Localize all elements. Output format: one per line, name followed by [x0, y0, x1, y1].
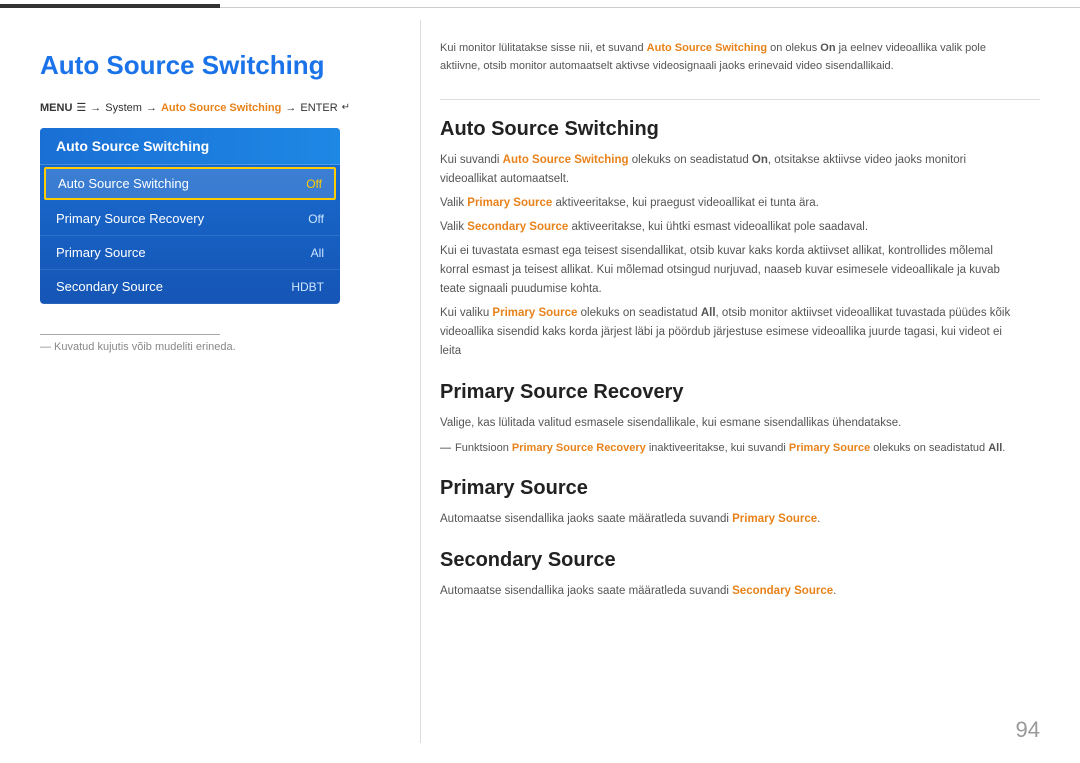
menu-item-label: Auto Source Switching — [58, 176, 189, 191]
menu-item-label: Primary Source Recovery — [56, 211, 204, 226]
page-title: Auto Source Switching — [40, 50, 400, 81]
section-body-primary: Automaatse sisendallika jaoks saate määr… — [440, 510, 1020, 529]
section-divider — [440, 99, 1040, 100]
section-auto-source-switching: Auto Source Switching Kui suvandi Auto S… — [440, 118, 1040, 361]
arrow-3: → — [285, 102, 296, 114]
menu-highlight: Auto Source Switching — [161, 102, 281, 114]
left-panel: Auto Source Switching MENU ☰ → System → … — [40, 20, 400, 353]
page-number: 94 — [1016, 717, 1040, 743]
section-secondary-source: Secondary Source Automaatse sisendallika… — [440, 549, 1040, 601]
section-title-recovery: Primary Source Recovery — [440, 381, 1040, 404]
section-body-recovery: Valige, kas lülitada valitud esmasele si… — [440, 414, 1020, 457]
section-title-auto: Auto Source Switching — [440, 118, 1040, 141]
footnote-text: — Kuvatud kujutis võib mudeliti erineda. — [40, 341, 400, 353]
top-bar-light — [220, 7, 1080, 8]
menu-item-primary-recovery[interactable]: Primary Source Recovery Off — [40, 202, 340, 236]
section-body-secondary: Automaatse sisendallika jaoks saate määr… — [440, 582, 1020, 601]
menu-item-value: All — [311, 246, 324, 260]
menu-item-label: Primary Source — [56, 245, 146, 260]
menu-label: MENU — [40, 102, 72, 114]
footnote-divider — [40, 334, 220, 335]
menu-box: Auto Source Switching Auto Source Switch… — [40, 128, 340, 304]
panel-divider — [420, 20, 421, 743]
section-title-primary: Primary Source — [440, 477, 1040, 500]
intro-highlight-1: Auto Source Switching — [647, 42, 767, 54]
menu-box-header: Auto Source Switching — [40, 128, 340, 165]
menu-path: MENU ☰ → System → Auto Source Switching … — [40, 101, 400, 114]
menu-item-secondary-source[interactable]: Secondary Source HDBT — [40, 270, 340, 304]
section-primary-source-recovery: Primary Source Recovery Valige, kas lüli… — [440, 381, 1040, 457]
system-label: System — [105, 102, 142, 114]
menu-item-value: HDBT — [291, 280, 324, 294]
section-primary-source: Primary Source Automaatse sisendallika j… — [440, 477, 1040, 529]
arrow-2: → — [146, 102, 157, 114]
recovery-note: — Funktsioon Primary Source Recovery ina… — [440, 439, 1020, 457]
menu-item-auto-source[interactable]: Auto Source Switching Off — [44, 167, 336, 200]
intro-text: Kui monitor lülitatakse sisse nii, et su… — [440, 40, 1020, 75]
arrow-1: → — [90, 102, 101, 114]
menu-item-primary-source[interactable]: Primary Source All — [40, 236, 340, 270]
section-title-secondary: Secondary Source — [440, 549, 1040, 572]
menu-item-label: Secondary Source — [56, 279, 163, 294]
menu-icon: ☰ — [76, 101, 86, 114]
enter-icon: ↵ — [342, 102, 350, 113]
enter-label: ENTER — [300, 102, 337, 114]
right-panel: Kui monitor lülitatakse sisse nii, et su… — [440, 20, 1040, 621]
top-bar-dark — [0, 4, 220, 8]
top-bar — [0, 0, 1080, 8]
intro-bold-1: On — [820, 42, 835, 54]
menu-item-value: Off — [308, 212, 324, 226]
section-body-auto: Kui suvandi Auto Source Switching olekuk… — [440, 151, 1020, 361]
menu-item-value: Off — [306, 177, 322, 191]
